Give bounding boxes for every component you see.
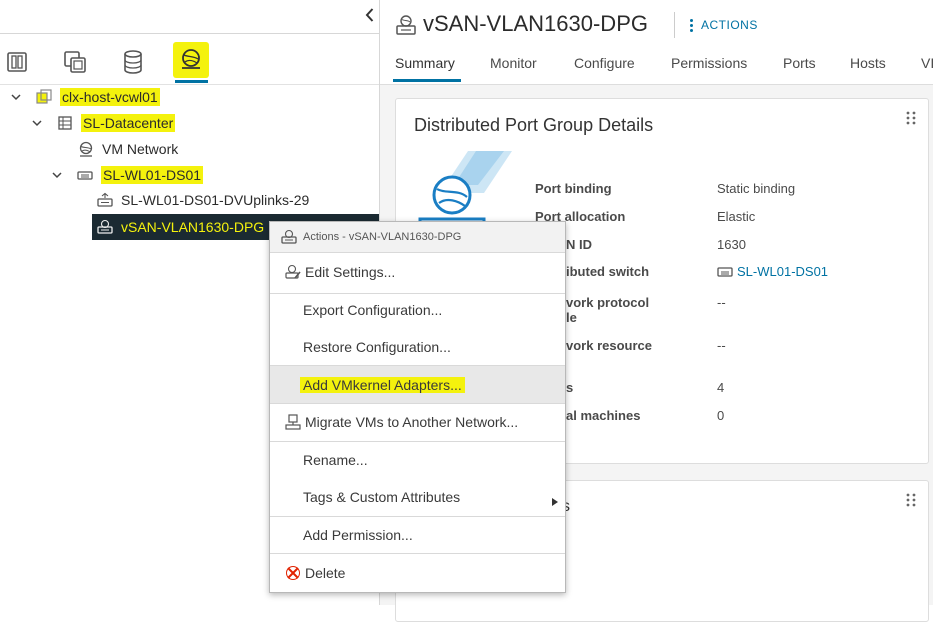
menu-item-label: Add Permission...: [303, 527, 413, 543]
prop-label: al machines: [566, 408, 641, 423]
menu-item-migrate-vms[interactable]: Migrate VMs to Another Network...: [270, 404, 565, 440]
page-title: vSAN-VLAN1630-DPG: [423, 11, 648, 36]
divider: [270, 252, 565, 253]
context-menu: Actions - vSAN-VLAN1630-DPG Edit Setting…: [269, 221, 566, 593]
edit-settings-icon: [285, 264, 301, 280]
delete-icon: [285, 565, 301, 581]
storage-icon[interactable]: [122, 49, 144, 75]
menu-item-label: Tags & Custom Attributes: [303, 489, 461, 505]
prop-value: Static binding: [717, 181, 796, 196]
prop-value: --: [717, 338, 726, 353]
actions-button[interactable]: ACTIONS: [690, 16, 758, 34]
context-menu-header: Actions - vSAN-VLAN1630-DPG: [270, 222, 565, 252]
tree-label: vSAN-VLAN1630-DPG: [121, 219, 265, 235]
tree-node-vcenter[interactable]: clx-host-vcwl01: [10, 85, 160, 109]
menu-item-rename[interactable]: Rename...: [270, 442, 565, 478]
menu-item-label: Rename...: [303, 452, 368, 468]
prop-label: s: [566, 380, 574, 395]
portgroup-icon: [395, 14, 417, 36]
distributed-switch-link[interactable]: SL-WL01-DS01: [717, 264, 828, 279]
tree-label: VM Network: [102, 141, 179, 157]
tree-node-uplinks[interactable]: SL-WL01-DS01-DVUplinks-29: [97, 188, 309, 212]
prop-label: vork resource: [566, 338, 652, 353]
tree-label: SL-WL01-DS01-DVUplinks-29: [121, 192, 310, 208]
uplink-portgroup-icon: [97, 192, 113, 208]
drag-handle-icon[interactable]: [906, 111, 916, 125]
vertical-ellipsis-icon: [690, 18, 694, 32]
active-tab-indicator: [393, 79, 461, 82]
menu-item-label: Add VMkernel Adapters...: [300, 376, 465, 393]
distributed-switch-icon: [77, 167, 93, 183]
menu-item-edit-settings[interactable]: Edit Settings...: [270, 254, 565, 290]
tab-ports[interactable]: Ports: [783, 55, 816, 71]
prop-label: vork protocol: [566, 295, 650, 310]
divider: [270, 553, 565, 554]
tab-permissions[interactable]: Permissions: [671, 55, 747, 71]
prop-label: le: [566, 310, 577, 325]
chevron-down-icon[interactable]: [31, 117, 43, 129]
menu-item-label: Delete: [305, 565, 346, 581]
menu-item-delete[interactable]: Delete: [270, 555, 565, 591]
prop-value: --: [717, 295, 726, 310]
submenu-arrow-icon: [552, 493, 558, 506]
tab-summary[interactable]: Summary: [395, 55, 455, 71]
hosts-clusters-icon[interactable]: [6, 50, 28, 74]
prop-value: Elastic: [717, 209, 756, 224]
drag-handle-icon[interactable]: [906, 493, 916, 507]
tab-hosts[interactable]: Hosts: [850, 55, 886, 71]
tree-node-distributed-switch[interactable]: SL-WL01-DS01: [51, 163, 204, 187]
tree-label: SL-WL01-DS01: [101, 166, 204, 184]
networking-icon[interactable]: [179, 47, 203, 73]
menu-item-add-vmkernel-adapters[interactable]: Add VMkernel Adapters...: [270, 366, 565, 403]
tab-monitor[interactable]: Monitor: [490, 55, 537, 71]
link-label: SL-WL01-DS01: [737, 264, 829, 279]
menu-item-label: Edit Settings...: [305, 264, 396, 280]
prop-label: Port binding: [535, 181, 612, 196]
divider: [674, 12, 675, 38]
tab-configure[interactable]: Configure: [574, 55, 635, 71]
menu-item-add-permission[interactable]: Add Permission...: [270, 517, 565, 553]
portgroup-icon: [281, 229, 297, 245]
menu-item-label: Migrate VMs to Another Network...: [305, 414, 519, 430]
prop-value: 4: [717, 380, 725, 395]
tree-label: SL-Datacenter: [81, 114, 176, 132]
vcenter-icon: [36, 89, 52, 105]
tab-vms[interactable]: VI: [921, 55, 933, 71]
distributed-switch-icon: [717, 265, 733, 279]
migrate-vms-icon: [285, 414, 301, 430]
menu-item-label: Restore Configuration...: [303, 339, 451, 355]
portgroup-icon: [97, 219, 113, 235]
tree-node-datacenter[interactable]: SL-Datacenter: [31, 111, 176, 135]
divider: [380, 84, 933, 85]
actions-label: ACTIONS: [701, 18, 758, 32]
tree-node-vm-network[interactable]: VM Network: [78, 137, 178, 161]
card-title: Distributed Port Group Details: [414, 115, 654, 135]
tree-node-portgroup-selected[interactable]: vSAN-VLAN1630-DPG: [97, 215, 264, 239]
menu-item-restore-configuration[interactable]: Restore Configuration...: [270, 329, 565, 365]
menu-item-tags-custom-attributes[interactable]: Tags & Custom Attributes: [270, 479, 565, 515]
divider: [0, 33, 379, 34]
menu-item-export-configuration[interactable]: Export Configuration...: [270, 292, 565, 328]
context-menu-header-label: Actions - vSAN-VLAN1630-DPG: [303, 231, 462, 243]
chevron-down-icon[interactable]: [51, 169, 63, 181]
prop-value: 1630: [717, 237, 746, 252]
network-icon: [78, 141, 94, 157]
vms-templates-icon[interactable]: [63, 49, 87, 75]
prop-value: 0: [717, 408, 725, 423]
portgroup-illustration-icon: [418, 149, 514, 227]
datacenter-icon: [57, 115, 73, 131]
prop-label: N ID: [566, 237, 592, 252]
chevron-down-icon[interactable]: [10, 91, 22, 103]
active-view-indicator: [175, 80, 208, 83]
menu-item-label: Export Configuration...: [303, 302, 443, 318]
prop-label: ibuted switch: [566, 264, 650, 279]
chevron-left-icon[interactable]: [363, 6, 377, 24]
tree-label: clx-host-vcwl01: [60, 88, 160, 106]
